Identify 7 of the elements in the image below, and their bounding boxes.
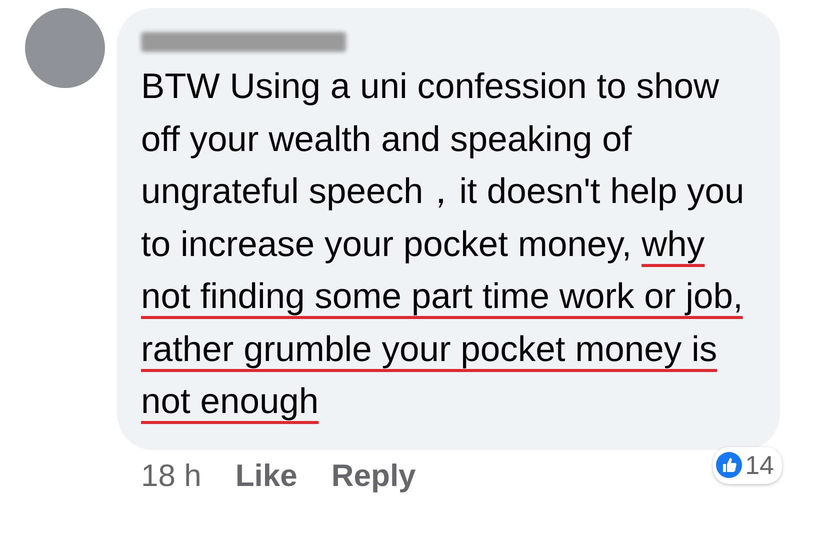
comment-action-link[interactable]: Reply	[331, 458, 416, 494]
thumbs-up-icon	[716, 452, 742, 478]
reaction-badge[interactable]: 14	[713, 446, 782, 484]
comment-action-link[interactable]: Like	[235, 458, 298, 494]
timestamp: 18 h	[141, 458, 202, 494]
reaction-count: 14	[745, 450, 774, 480]
comment-text: BTW Using a uni confession to show off your wealth and speaking of ungrateful speech，it doesn't help you to increase your pocket money, why not finding some part time work or job, rather grumble your pocket money is not enough	[141, 65, 746, 423]
